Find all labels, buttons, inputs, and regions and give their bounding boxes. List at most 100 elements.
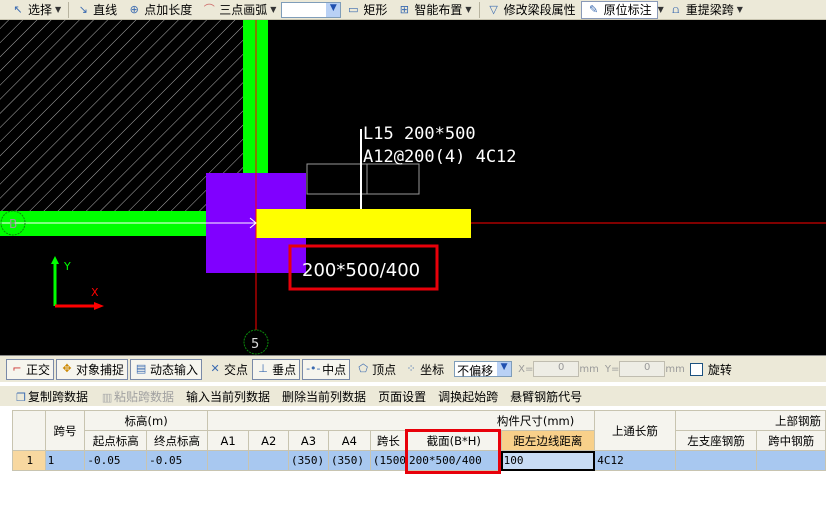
snap-icon: ✥ (62, 362, 72, 375)
snap-mid[interactable]: -•- 中点 (302, 358, 351, 380)
in-place-annotation-tool[interactable]: ✎ 原位标注 (580, 0, 658, 19)
dyn-input-icon: ▤ (135, 362, 147, 375)
row-number[interactable]: 1 (12, 450, 46, 471)
vertex-icon: ⬠ (358, 362, 368, 375)
drawing-canvas[interactable]: L15 200*500 A12@200(4) 4C12 200*500/400 … (0, 20, 826, 355)
pencil-icon: ✎ (588, 2, 599, 16)
cell-end-elev[interactable]: -0.05 (146, 450, 208, 471)
chevron-down-icon[interactable]: ▼ (737, 5, 743, 14)
section-highlight-box (405, 429, 501, 474)
cell-top-through[interactable]: 4C12 (594, 450, 676, 471)
snap-intersect[interactable]: ✕ 交点 (204, 361, 252, 378)
cell-a2[interactable] (248, 450, 290, 471)
delete-col-button[interactable]: 删除当前列数据 (282, 388, 366, 405)
intersect-icon: ✕ (210, 362, 220, 375)
drawing-toolbar: ↖ 选择 ▼ ↘ 直线 ⊕ 点加长度 ⌒ 三点画弧 ▼ ▼ ▭ 矩形 ⊞ 智能布置 ▼ ▽ 修改梁段… (0, 0, 826, 20)
paste-icon: ▥ (101, 390, 113, 404)
cell-a3[interactable]: (350) (288, 450, 329, 471)
span-icon: ⩍ (672, 2, 680, 16)
annotation-box (306, 163, 420, 195)
section-text[interactable]: 200*500/400 (302, 260, 420, 281)
ucs-y-arrow-icon (51, 256, 59, 264)
page-setup-button[interactable]: 页面设置 (378, 388, 426, 405)
copy-icon: ❐ (16, 390, 26, 404)
offset-select[interactable]: 不偏移 ▼ (454, 361, 513, 378)
osnap-toggle[interactable]: ✥ 对象捕捉 (56, 358, 129, 380)
cantilever-button[interactable]: 悬臂钢筋代号 (510, 388, 582, 405)
ucs-x-label: X (91, 286, 99, 299)
rect-icon: ▭ (348, 2, 359, 16)
snap-vertex[interactable]: ⬠ 顶点 (352, 361, 400, 378)
snap-perp[interactable]: ⊥ 垂点 (252, 358, 301, 380)
beam-l15[interactable] (256, 209, 471, 238)
ortho-icon: ⌐ (12, 362, 22, 375)
header-top-through: 上通长筋 (594, 410, 676, 451)
arc3-tool[interactable]: ⌒ 三点画弧 ▼ (197, 1, 281, 19)
modify-props-tool[interactable]: ▽ 修改梁段属性 (482, 1, 581, 19)
cell-span-len[interactable]: (1500 (369, 450, 407, 471)
point-length-icon: ⊕ (129, 2, 139, 16)
rect-tool[interactable]: ▭ 矩形 (341, 1, 392, 19)
ortho-toggle[interactable]: ⌐ 正交 (6, 358, 55, 380)
beam-label-2[interactable]: A12@200(4) 4C12 (363, 147, 517, 167)
x-offset-input[interactable]: 0 (533, 361, 580, 377)
header-mid-span: 跨中钢筋 (756, 430, 826, 451)
snap-toolbar: ⌐ 正交 ✥ 对象捕捉 ▤ 动态输入 ✕ 交点 ⊥ 垂点 -•- 中点 ⬠ 顶点 ⁘ 坐标 不偏… (0, 355, 826, 382)
header-a4: A4 (327, 430, 371, 451)
header-a1: A1 (206, 430, 250, 451)
header-a2: A2 (248, 430, 290, 451)
chevron-down-icon: ▼ (497, 362, 512, 376)
select-tool[interactable]: ↖ 选择 ▼ (6, 1, 66, 19)
header-end-elev: 终点标高 (146, 430, 208, 451)
cursor-icon: ↖ (13, 2, 23, 16)
cell-a1[interactable] (206, 450, 250, 471)
snap-coord[interactable]: ⁘ 坐标 (400, 361, 448, 378)
cell-dist-left[interactable]: 100 (500, 450, 596, 471)
corner-cell (12, 410, 46, 451)
cell-start-elev[interactable]: -0.05 (84, 450, 148, 471)
re-extract-tool[interactable]: ⩍ 重提梁跨 ▼ (664, 1, 748, 19)
cell-a4[interactable]: (350) (327, 450, 371, 471)
paste-span-button[interactable]: ▥ 粘贴跨数据 (100, 388, 174, 405)
axis-bubble-b-label: B (9, 217, 17, 231)
midpoint-icon: -•- (306, 362, 321, 375)
coord-icon: ⁘ (406, 362, 416, 375)
header-left-support: 左支座钢筋 (674, 430, 758, 451)
smart-layout-tool[interactable]: ⊞ 智能布置 ▼ (392, 1, 476, 19)
ucs-y-label: Y (63, 260, 71, 273)
rotate-checkbox[interactable] (689, 362, 703, 376)
layer-select[interactable]: ▼ (281, 1, 342, 18)
header-span-len: 跨长 (369, 430, 407, 451)
chevron-down-icon: ▼ (326, 2, 341, 17)
divider (68, 1, 70, 18)
header-top-rebar: 上部钢筋 (674, 410, 826, 431)
divider (478, 1, 480, 18)
y-offset-input[interactable]: 0 (619, 361, 666, 377)
header-a3: A3 (288, 430, 329, 451)
chevron-down-icon[interactable]: ▼ (270, 5, 276, 14)
cell-span[interactable]: 1 (44, 450, 86, 471)
arc-icon: ⌒ (203, 2, 215, 16)
cell-mid-span[interactable] (756, 450, 826, 471)
line-tool[interactable]: ↘ 直线 (71, 1, 122, 19)
beam-label-1[interactable]: L15 200*500 (363, 124, 476, 144)
copy-span-button[interactable]: ❐ 复制跨数据 (14, 388, 88, 405)
header-dist-left: 距左边线距离 (500, 430, 596, 451)
input-col-button[interactable]: 输入当前列数据 (186, 388, 270, 405)
ucs-x-arrow-icon (94, 302, 104, 310)
line-icon: ↘ (78, 2, 88, 16)
dyn-input-toggle[interactable]: ▤ 动态输入 (130, 358, 203, 380)
smart-layout-icon: ⊞ (399, 2, 409, 16)
chevron-down-icon[interactable]: ▼ (465, 5, 471, 14)
header-dims: 构件尺寸(mm) (206, 410, 596, 431)
header-span-no: 跨号 (44, 410, 86, 451)
point-length-tool[interactable]: ⊕ 点加长度 (122, 1, 197, 19)
cell-left-support[interactable] (674, 450, 758, 471)
header-start-elev: 起点标高 (84, 430, 148, 451)
chevron-down-icon[interactable]: ▼ (55, 5, 61, 14)
grid-toolbar: ❐ 复制跨数据 ▥ 粘贴跨数据 输入当前列数据 删除当前列数据 页面设置 调换起始跨… (0, 386, 826, 406)
perpendicular-icon: ⊥ (258, 362, 268, 375)
axis-bubble-5-label: 5 (251, 337, 259, 352)
filter-icon: ▽ (489, 2, 498, 16)
swap-start-button[interactable]: 调换起始跨 (438, 388, 498, 405)
